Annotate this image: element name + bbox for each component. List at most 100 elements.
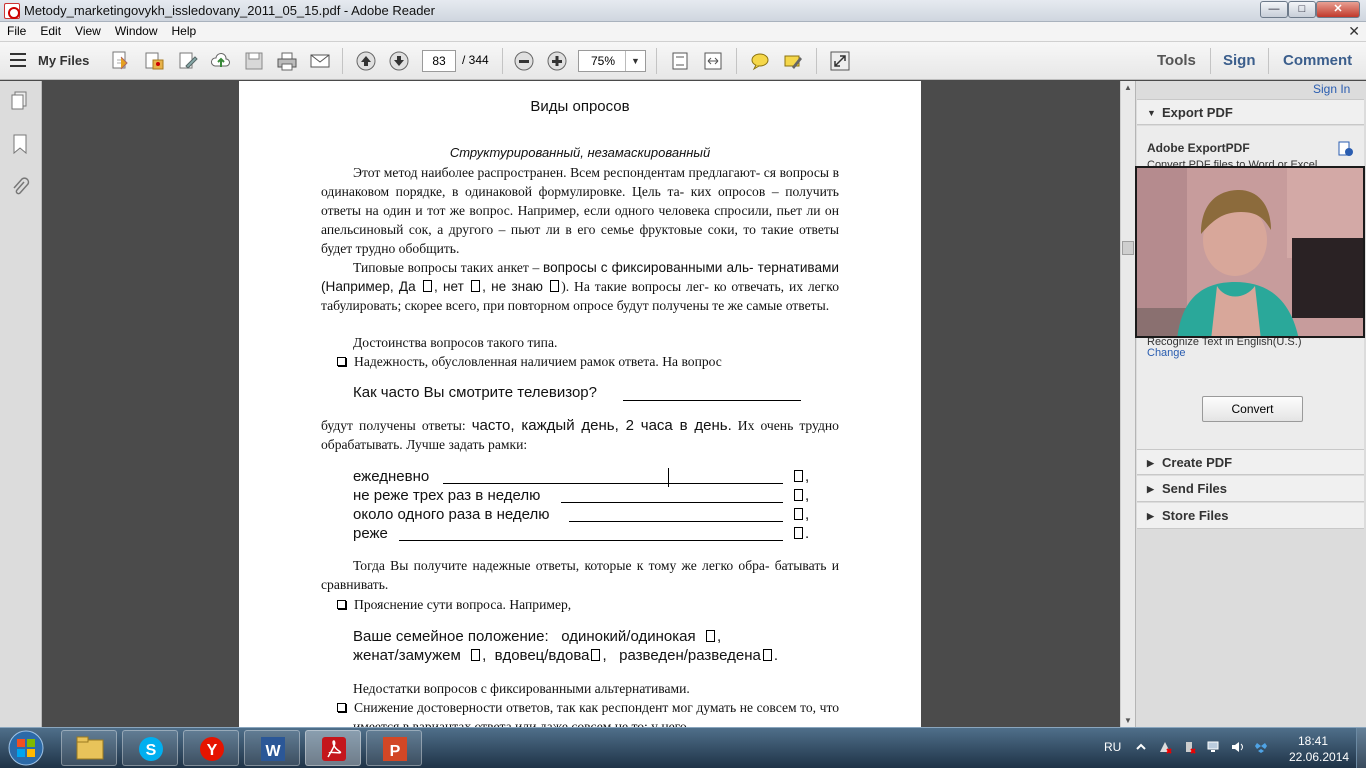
adobe-reader-taskbar-button[interactable] [305,730,361,766]
page-total: / 344 [462,53,489,67]
answer-line [561,502,783,503]
usb-device-icon[interactable] [1182,740,1196,754]
option-label: около одного раза в неделю [353,506,550,523]
chevron-right-icon: ▶ [1147,484,1154,494]
create-pdf-header[interactable]: ▶ Create PDF [1137,449,1364,475]
menu-icon[interactable] [10,53,26,67]
option-checkbox[interactable]: , [792,486,809,505]
yandex-taskbar-button[interactable]: Y [183,730,239,766]
maximize-button[interactable]: □ [1288,1,1316,18]
zoom-in-icon[interactable] [545,49,569,73]
option-label: реже [353,525,388,542]
vertical-scrollbar[interactable]: ▲ ▼ [1120,81,1135,727]
fit-width-icon[interactable] [701,49,725,73]
bookmarks-icon[interactable] [9,133,31,155]
scroll-up-icon[interactable]: ▲ [1124,83,1132,92]
clock-date[interactable]: 22.06.2014 [1289,750,1349,764]
option-checkbox[interactable]: , [792,505,809,524]
attachments-icon[interactable] [9,176,31,198]
menu-view[interactable]: View [68,22,108,38]
export-pdf-header[interactable]: ▼ Export PDF [1137,99,1364,125]
sign-in-link[interactable]: Sign In [1313,82,1350,96]
menu-file[interactable]: File [0,22,33,38]
tray-arrow-icon[interactable] [1134,740,1148,754]
page-thumbnails-icon[interactable] [9,90,31,112]
paragraph: Тогда Вы получите надежные ответы, котор… [321,558,839,592]
powerpoint-taskbar-button[interactable]: P [366,730,422,766]
word-taskbar-button[interactable]: W [244,730,300,766]
folder-icon [76,736,104,760]
answer-line [443,483,783,484]
store-files-header[interactable]: ▶ Store Files [1137,503,1364,529]
explorer-taskbar-button[interactable] [61,730,117,766]
checkbox-icon [337,357,346,366]
answer-line [399,540,783,541]
print-icon[interactable] [275,49,299,73]
convert-pdf-icon[interactable] [142,49,166,73]
option-checkbox[interactable]: . [792,524,809,543]
change-link[interactable]: Change [1147,347,1186,359]
highlight-icon[interactable] [781,49,805,73]
comment-bubble-icon[interactable] [748,49,772,73]
chevron-right-icon: ▶ [1147,511,1154,521]
convert-button[interactable]: Convert [1202,396,1303,422]
email-icon[interactable] [308,49,332,73]
window-title: Metody_marketingovykh_issledovany_2011_0… [24,3,435,18]
svg-text:P: P [390,743,401,760]
sign-button[interactable]: Sign [1223,52,1256,69]
zoom-out-icon[interactable] [512,49,536,73]
chevron-down-icon[interactable]: ▼ [625,51,645,71]
edit-pdf-icon[interactable] [176,49,200,73]
fit-page-icon[interactable] [668,49,692,73]
navigation-pane [0,81,42,727]
svg-text:Y: Y [207,742,218,759]
show-desktop-button[interactable] [1356,728,1366,768]
skype-taskbar-button[interactable]: S [122,730,178,766]
action-center-icon[interactable] [1158,740,1172,754]
previous-page-icon[interactable] [354,49,378,73]
option-checkbox[interactable]: , [792,467,809,486]
network-icon[interactable] [1206,740,1220,754]
menu-bar: File Edit View Window Help ✕ [0,22,1366,42]
paragraph: Этот метод наиболее распространен. Всем … [321,165,839,256]
page-number-input[interactable]: 83 [422,50,456,72]
my-files-button[interactable]: My Files [38,53,89,68]
send-files-header[interactable]: ▶ Send Files [1137,476,1364,502]
paragraph: Достоинства вопросов такого типа. [353,335,558,350]
upload-cloud-icon[interactable] [209,49,233,73]
menu-window[interactable]: Window [108,22,165,38]
close-document-icon[interactable]: ✕ [1348,23,1360,40]
menu-help[interactable]: Help [165,22,204,38]
export-document-icon[interactable] [1337,140,1355,158]
scrollbar-thumb[interactable] [1122,241,1134,255]
expand-icon[interactable] [828,49,852,73]
language-indicator[interactable]: RU [1104,740,1121,754]
paragraph: Типовые вопросы таких анкет – вопросы с … [321,260,840,313]
tools-button[interactable]: Tools [1157,52,1196,69]
create-pdf-icon[interactable] [108,49,132,73]
pdf-page: Виды опросов Структурированный, незамаск… [239,81,921,727]
close-button[interactable]: ✕ [1316,1,1360,18]
save-icon[interactable] [242,49,266,73]
next-page-icon[interactable] [387,49,411,73]
answer-line [623,400,801,401]
answer-line [569,521,783,522]
yandex-icon: Y [200,737,224,761]
zoom-value: 75% [591,54,616,68]
word-icon: W [261,737,285,761]
title-bar: Metody_marketingovykh_issledovany_2011_0… [0,0,1366,22]
family-line-1: Ваше семейное положение: одинокий/одинок… [353,628,722,645]
clock-time[interactable]: 18:41 [1298,734,1328,748]
menu-edit[interactable]: Edit [33,22,68,38]
volume-icon[interactable] [1230,740,1244,754]
zoom-select[interactable]: 75% ▼ [578,50,646,72]
webcam-overlay [1135,166,1365,338]
document-viewer[interactable]: Виды опросов Структурированный, незамаск… [42,81,1120,727]
powerpoint-icon: P [383,737,407,761]
list-item: Снижение достоверности ответов, так как … [321,698,839,727]
start-button[interactable] [2,729,50,767]
minimize-button[interactable]: — [1260,1,1288,18]
dropbox-icon[interactable] [1254,740,1268,754]
scroll-down-icon[interactable]: ▼ [1124,716,1132,725]
comment-button[interactable]: Comment [1283,52,1352,69]
